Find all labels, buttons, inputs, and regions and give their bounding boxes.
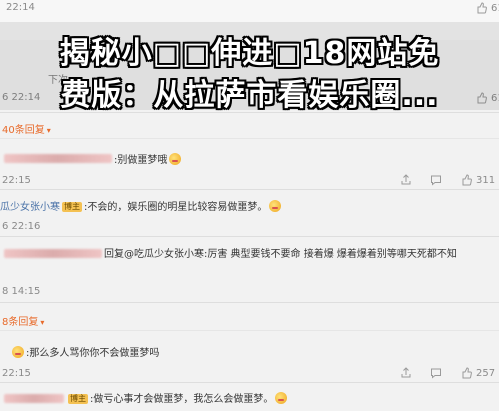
reply-count-label: 40条回复 bbox=[2, 125, 45, 136]
comment-text: 瓜少女张小寒 博主:不会的，娱乐圈的明星比较容易做噩梦。 bbox=[0, 198, 282, 213]
comment-button[interactable] bbox=[430, 367, 442, 379]
share-icon[interactable] bbox=[400, 367, 412, 379]
comment-icon[interactable] bbox=[430, 367, 442, 379]
divider bbox=[0, 189, 499, 190]
share-button[interactable] bbox=[400, 174, 412, 186]
divider bbox=[0, 138, 499, 139]
divider bbox=[0, 382, 499, 383]
comment-text: 博主:做亏心事才会做噩梦，我怎么会做噩梦。 bbox=[66, 390, 288, 405]
chevron-down-icon: ▾ bbox=[46, 126, 51, 135]
chevron-down-icon: ▾ bbox=[40, 318, 45, 327]
commenter-name-blurred[interactable] bbox=[4, 394, 64, 403]
reply-count-link[interactable]: 40条回复 ▾ bbox=[2, 121, 51, 136]
emoji-icon bbox=[169, 153, 182, 165]
comment-body: :那么多人骂你你不会做噩梦吗 bbox=[26, 348, 160, 359]
reply-count-link[interactable]: 8条回复 ▾ bbox=[2, 313, 44, 328]
comment-feed: 22:14 6 22:14 61 61 下次 40条回复▾ :别做噩梦哦 22:… bbox=[0, 0, 499, 411]
comment-time: 22:15 bbox=[2, 175, 31, 186]
overlay-title-line-1: 揭秘小□□伸进□18网站免 bbox=[59, 36, 440, 71]
divider bbox=[0, 330, 499, 331]
comment-body: :不会的，娱乐圈的明星比较容易做噩梦。 bbox=[84, 202, 268, 213]
emoji-icon bbox=[269, 200, 282, 212]
share-button[interactable] bbox=[400, 367, 412, 379]
comment-time: 8 14:15 bbox=[2, 286, 41, 297]
emoji-icon bbox=[275, 392, 288, 404]
like-count: 257 bbox=[476, 367, 496, 379]
like-count: 311 bbox=[476, 174, 496, 186]
comment-time: 22:14 bbox=[6, 2, 35, 13]
overlay-title-line-2: 费版：从拉萨市看娱乐圈... bbox=[60, 78, 439, 113]
like-stat[interactable]: 257 bbox=[460, 367, 495, 379]
commenter-name-blurred[interactable] bbox=[4, 154, 112, 163]
like-stat[interactable]: 311 bbox=[460, 174, 495, 186]
share-icon[interactable] bbox=[400, 174, 412, 186]
like-icon[interactable] bbox=[475, 2, 487, 14]
comment-button[interactable] bbox=[430, 174, 442, 186]
emoji-icon bbox=[12, 346, 24, 358]
like-count: 61 bbox=[491, 2, 499, 14]
like-icon[interactable] bbox=[460, 174, 472, 186]
comment-icon[interactable] bbox=[430, 174, 442, 186]
commenter-name-blurred[interactable] bbox=[4, 249, 102, 258]
comment-text: :别做噩梦哦 bbox=[114, 151, 182, 166]
comment-time: 22:15 bbox=[2, 368, 31, 379]
comment-text: 回复@吃瓜少女张小寒:厉害 典型要钱不要命 接着爆 爆着爆着别等哪天死都不知 bbox=[104, 249, 457, 260]
divider bbox=[0, 302, 499, 303]
comment-body: :别做噩梦哦 bbox=[114, 155, 168, 166]
author-badge: 博主 bbox=[68, 394, 88, 404]
divider bbox=[0, 236, 499, 237]
like-stat[interactable]: 61 bbox=[475, 2, 499, 14]
author-badge: 博主 bbox=[62, 202, 82, 212]
like-icon[interactable] bbox=[460, 367, 472, 379]
reply-count-label: 8条回复 bbox=[2, 317, 39, 328]
comment-body: :做亏心事才会做噩梦，我怎么会做噩梦。 bbox=[90, 394, 274, 405]
commenter-name[interactable]: 瓜少女张小寒 bbox=[0, 202, 60, 213]
comment-time: 6 22:16 bbox=[2, 221, 41, 232]
comment-text: :那么多人骂你你不会做噩梦吗 bbox=[0, 344, 159, 359]
